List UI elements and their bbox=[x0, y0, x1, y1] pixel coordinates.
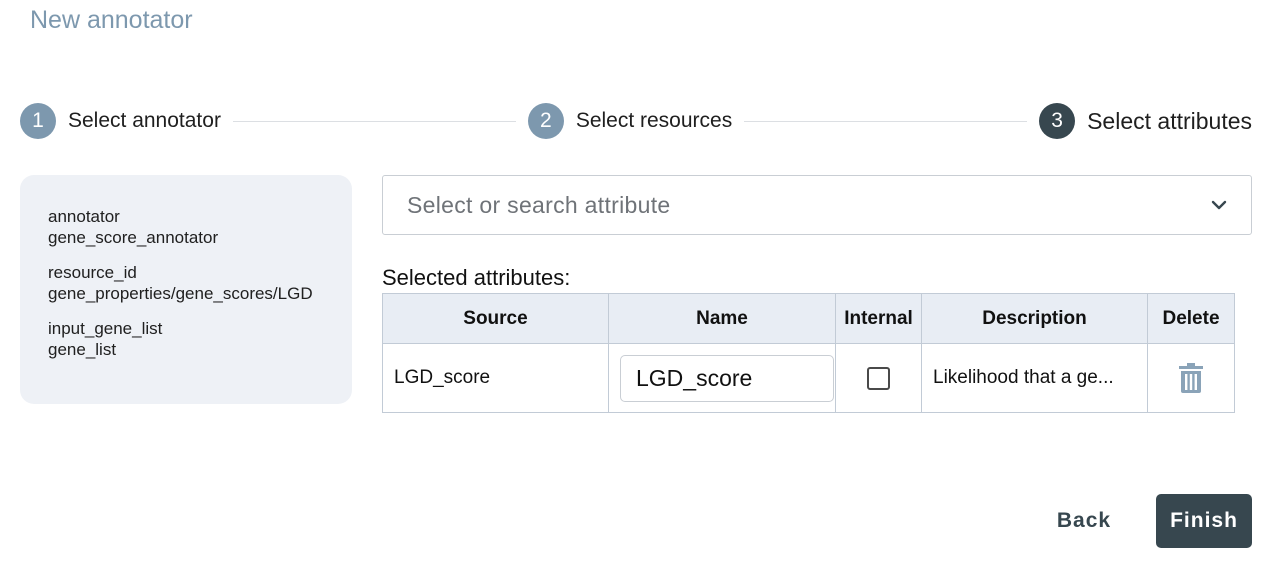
summary-key: annotator bbox=[48, 207, 120, 226]
delete-cell bbox=[1147, 343, 1235, 413]
step-label: Select resources bbox=[575, 109, 733, 132]
column-header-description: Description bbox=[921, 293, 1148, 344]
chevron-down-icon[interactable] bbox=[1209, 195, 1229, 215]
selected-attributes-table: Source Name Internal Description Delete … bbox=[382, 293, 1235, 413]
column-header-delete: Delete bbox=[1147, 293, 1235, 344]
finish-button[interactable]: Finish bbox=[1156, 494, 1252, 548]
column-header-name: Name bbox=[608, 293, 836, 344]
summary-value: gene_list bbox=[48, 340, 117, 359]
source-cell: LGD_score bbox=[382, 343, 609, 413]
step-connector bbox=[232, 120, 516, 122]
summary-group-input-gene-list: input_gene_list gene_list bbox=[48, 318, 352, 360]
attribute-name-input[interactable] bbox=[620, 354, 834, 402]
table-row: LGD_score Likelihood that a ge... bbox=[382, 343, 1235, 413]
description-cell: Likelihood that a ge... bbox=[921, 343, 1148, 413]
stepper: 1 Select annotator 2 Select resources 3 … bbox=[20, 103, 1252, 139]
name-cell bbox=[608, 343, 836, 413]
page-title: New annotator bbox=[30, 6, 193, 34]
column-header-source: Source bbox=[382, 293, 609, 344]
selected-attributes-heading: Selected attributes: bbox=[382, 265, 571, 290]
step-label: Select annotator bbox=[68, 109, 221, 132]
summary-group-annotator: annotator gene_score_annotator bbox=[48, 206, 352, 248]
annotator-summary-panel: annotator gene_score_annotator resource_… bbox=[20, 175, 352, 404]
step-select-attributes[interactable]: 3 Select attributes bbox=[1039, 103, 1252, 139]
step-select-annotator[interactable]: 1 Select annotator bbox=[20, 103, 221, 139]
step-number: 1 bbox=[20, 103, 56, 139]
step-number: 2 bbox=[527, 103, 564, 139]
internal-cell bbox=[835, 343, 922, 413]
step-select-resources[interactable]: 2 Select resources bbox=[527, 103, 733, 139]
table-header-row: Source Name Internal Description Delete bbox=[382, 293, 1235, 344]
step-number: 3 bbox=[1039, 103, 1076, 139]
attribute-search-select[interactable]: Select or search attribute bbox=[382, 175, 1252, 235]
summary-group-resource-id: resource_id gene_properties/gene_scores/… bbox=[48, 262, 352, 304]
summary-value: gene_score_annotator bbox=[48, 228, 219, 247]
step-connector bbox=[744, 120, 1028, 122]
back-button[interactable]: Back bbox=[1044, 500, 1124, 542]
step-label: Select attributes bbox=[1087, 107, 1253, 134]
attribute-search-placeholder: Select or search attribute bbox=[407, 191, 671, 218]
summary-key: input_gene_list bbox=[48, 319, 163, 338]
trash-icon[interactable] bbox=[1178, 363, 1204, 393]
internal-checkbox[interactable] bbox=[867, 366, 890, 390]
summary-value: gene_properties/gene_scores/LGD bbox=[48, 284, 313, 303]
column-header-internal: Internal bbox=[835, 293, 922, 344]
summary-key: resource_id bbox=[48, 263, 137, 282]
